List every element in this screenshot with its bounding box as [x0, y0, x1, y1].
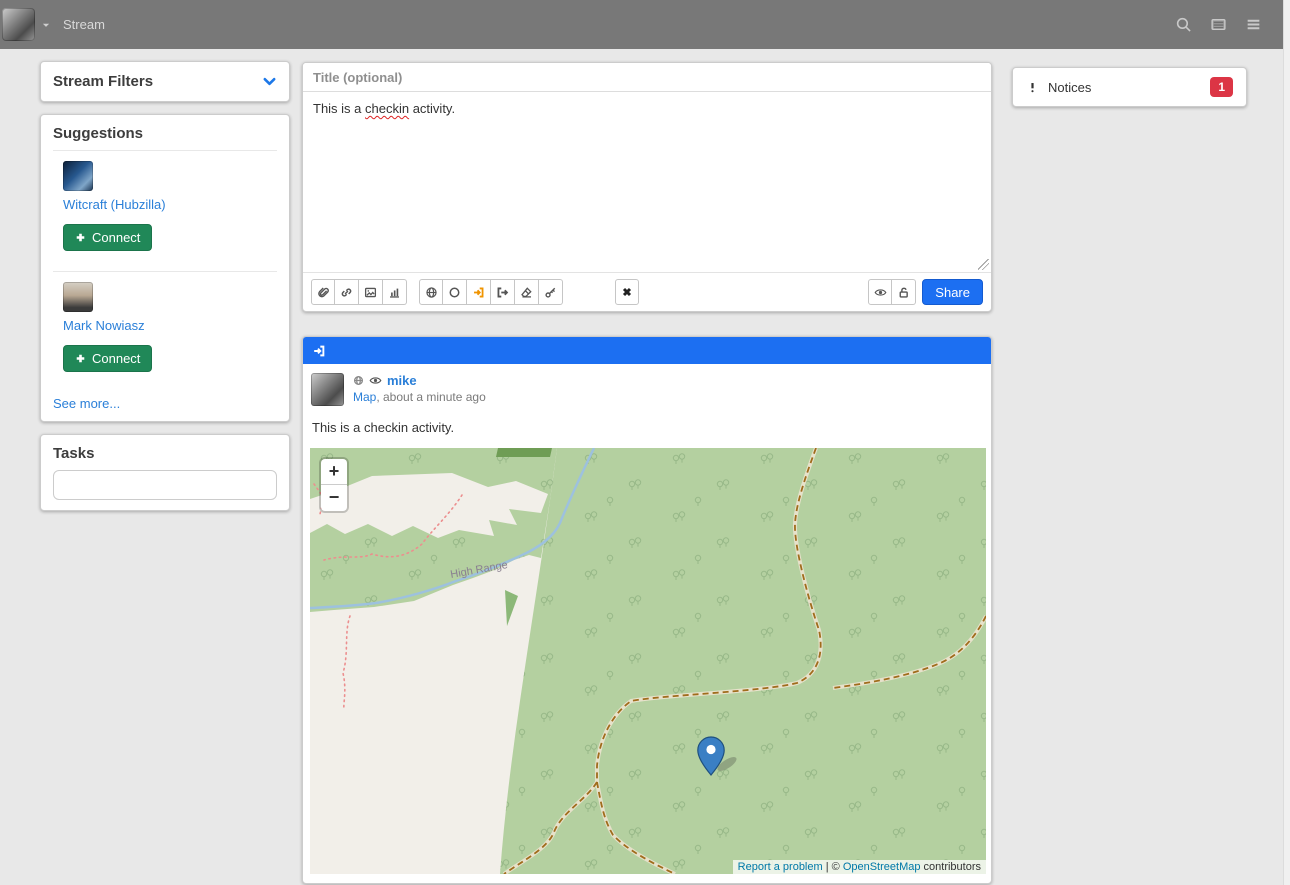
suggestion-avatar[interactable]: [63, 282, 93, 312]
menu-icon[interactable]: [1245, 16, 1262, 33]
map-zoom-control: + −: [321, 459, 347, 511]
attribution-text: | ©: [823, 861, 843, 873]
eye-icon[interactable]: [369, 374, 382, 387]
osm-link[interactable]: OpenStreetMap: [843, 861, 921, 873]
post-composer: This is a checkin activity.: [302, 62, 992, 312]
connect-label: Connect: [92, 351, 140, 366]
chevron-down-icon[interactable]: [262, 74, 277, 89]
stream-filters-toggle[interactable]: Stream Filters: [41, 62, 289, 101]
suggestion-item: Mark Nowiasz Connect: [53, 271, 277, 384]
zoom-out-button[interactable]: −: [321, 485, 347, 511]
resize-handle[interactable]: [978, 259, 989, 270]
cancel-icon[interactable]: [615, 279, 639, 305]
image-icon[interactable]: [359, 279, 383, 305]
key-icon[interactable]: [539, 279, 563, 305]
right-sidebar: Notices 1: [1012, 49, 1247, 107]
suggestion-name-link[interactable]: Mark Nowiasz: [63, 318, 277, 333]
connect-label: Connect: [92, 230, 140, 245]
post-text: This is a checkin activity.: [312, 420, 982, 435]
composer-misspelled-word: checkin: [365, 101, 409, 116]
checkout-icon[interactable]: [491, 279, 515, 305]
notices-title: Notices: [1048, 80, 1091, 95]
unlock-icon[interactable]: [892, 279, 916, 305]
stream-filters-widget: Stream Filters: [40, 61, 290, 102]
top-navbar: Stream: [0, 0, 1290, 49]
caret-down-icon[interactable]: [41, 20, 51, 30]
post-item: mike Map, about a minute ago This is a c…: [302, 336, 992, 884]
suggestions-title: Suggestions: [53, 125, 277, 142]
tasks-widget: Tasks: [40, 434, 290, 511]
suggestions-widget: Suggestions Witcraft (Hubzilla) Connect …: [40, 114, 290, 422]
post-app-header: [303, 337, 991, 364]
channel-avatar[interactable]: [2, 8, 35, 41]
suggestion-avatar[interactable]: [63, 161, 93, 191]
share-button[interactable]: Share: [922, 279, 983, 305]
left-sidebar: Stream Filters Suggestions Witcraft (Hub…: [40, 49, 290, 511]
notices-count-badge: 1: [1210, 77, 1233, 97]
post-title-input[interactable]: [303, 63, 991, 92]
post-body-textarea[interactable]: This is a checkin activity.: [303, 92, 991, 272]
composer-toolbar: Share: [303, 272, 991, 311]
map-tiles: High Range: [310, 448, 986, 874]
circle-icon[interactable]: [443, 279, 467, 305]
connect-button[interactable]: Connect: [63, 345, 152, 372]
page-content: Stream Filters Suggestions Witcraft (Hub…: [0, 49, 1290, 885]
paperclip-icon[interactable]: [311, 279, 335, 305]
plus-icon: [75, 353, 86, 364]
zoom-in-button[interactable]: +: [321, 459, 347, 485]
see-more-link[interactable]: See more...: [53, 396, 120, 411]
checkin-icon[interactable]: [467, 279, 491, 305]
tasks-title: Tasks: [53, 445, 277, 462]
author-avatar[interactable]: [311, 373, 344, 406]
grid-view-icon[interactable]: [1210, 16, 1227, 33]
scrollbar[interactable]: [1283, 0, 1290, 885]
notices-widget: Notices 1: [1012, 67, 1247, 107]
task-input[interactable]: [53, 470, 277, 500]
report-problem-link[interactable]: Report a problem: [738, 861, 823, 873]
suggestion-name-link[interactable]: Witcraft (Hubzilla): [63, 197, 277, 212]
connect-button[interactable]: Connect: [63, 224, 152, 251]
author-name-link[interactable]: mike: [387, 373, 417, 388]
globe-icon: [353, 375, 364, 386]
link-icon[interactable]: [335, 279, 359, 305]
attribution-text: contributors: [920, 861, 981, 873]
composer-text: This is a: [313, 101, 365, 116]
post-body: mike Map, about a minute ago This is a c…: [303, 364, 991, 883]
post-timestamp: , about a minute ago: [376, 390, 485, 404]
app-link[interactable]: Map: [353, 390, 376, 404]
plus-icon: [75, 232, 86, 243]
suggestion-item: Witcraft (Hubzilla) Connect: [53, 150, 277, 263]
map-attribution: Report a problem | © OpenStreetMap contr…: [733, 860, 986, 874]
exclamation-icon: [1026, 81, 1039, 94]
hubzilla-stream-page: Stream Stream Filters Sugges: [0, 0, 1290, 885]
composer-text: activity.: [409, 101, 455, 116]
checkin-icon: [312, 344, 326, 358]
checkin-map[interactable]: High Range + −: [310, 448, 986, 874]
main-column: This is a checkin activity.: [302, 49, 992, 884]
search-icon[interactable]: [1175, 16, 1192, 33]
page-title: Stream: [63, 17, 105, 32]
globe-icon[interactable]: [419, 279, 443, 305]
preview-icon[interactable]: [868, 279, 892, 305]
stream-filters-title: Stream Filters: [53, 73, 153, 90]
eraser-icon[interactable]: [515, 279, 539, 305]
poll-icon[interactable]: [383, 279, 407, 305]
notices-toggle[interactable]: Notices 1: [1013, 68, 1246, 106]
